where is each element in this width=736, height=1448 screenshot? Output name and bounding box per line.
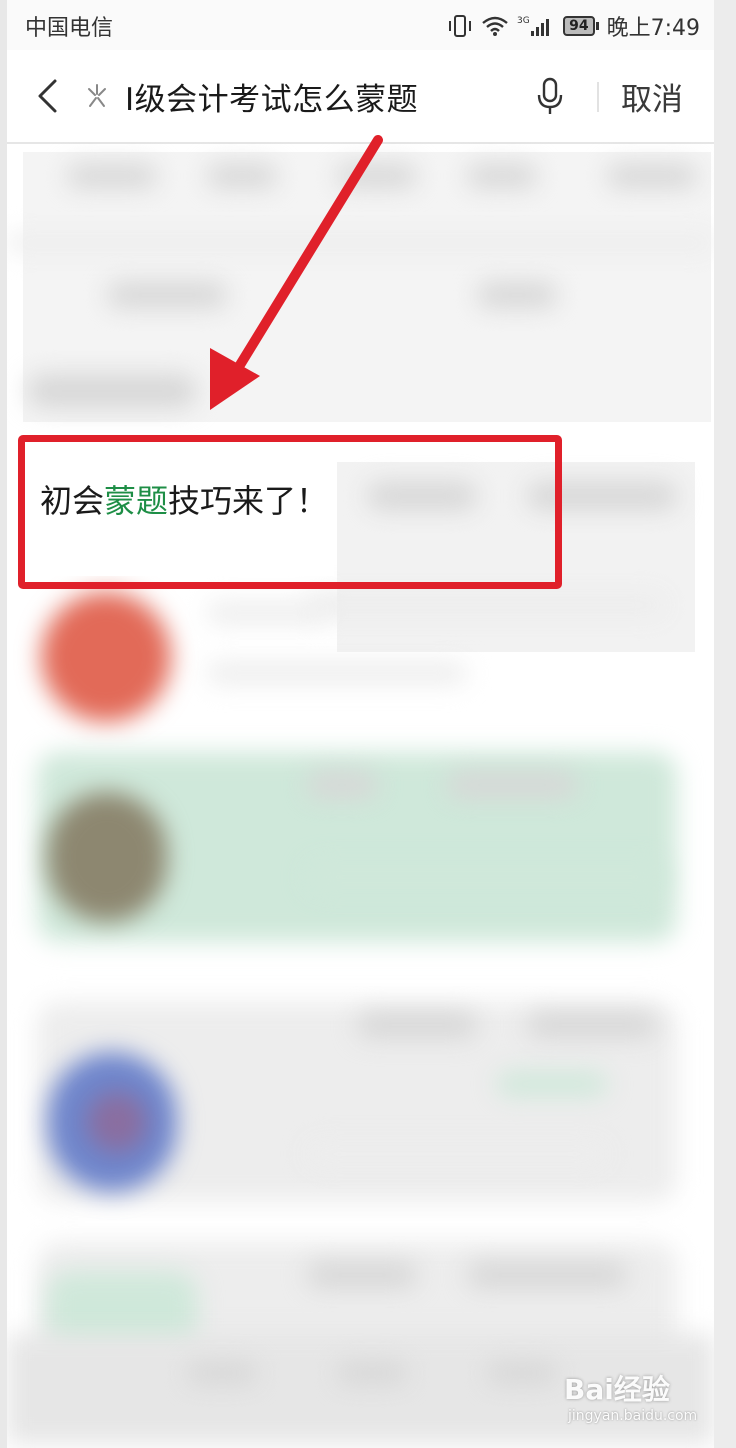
screenshot-frame-left [0, 0, 7, 1448]
clock: 晚上7:49 [606, 16, 700, 41]
blurred-text [527, 1012, 657, 1038]
blurred-text [357, 1012, 477, 1038]
vibrate-icon [447, 14, 473, 38]
blurred-text [477, 282, 557, 308]
status-indicators: 3G 94 晚上7:49 [447, 10, 700, 42]
blurred-text [337, 1362, 407, 1384]
blurred-text [207, 602, 327, 624]
battery-icon: 94 [563, 16, 599, 36]
blurred-text [307, 1142, 607, 1166]
blurred-text [187, 1362, 257, 1384]
watermark-url: jingyan.baidu.com [568, 1408, 698, 1424]
wifi-icon [481, 15, 509, 37]
blurred-text [307, 1262, 417, 1288]
search-input[interactable]: I级会计考试怎么蒙题 [83, 72, 523, 120]
star-icon [83, 81, 113, 111]
cancel-button[interactable]: 取消 [621, 74, 683, 119]
baidu-jingyan-watermark: Bai经验 jingyan.baidu.com [560, 1364, 710, 1434]
blurred-text [307, 592, 667, 618]
battery-level: 94 [563, 16, 595, 36]
network-type-label: 3G [517, 16, 530, 26]
chevron-left-icon [38, 79, 57, 113]
blurred-text [307, 772, 377, 798]
carrier-name: 中国电信 [25, 16, 114, 41]
header-divider [597, 82, 599, 112]
blurred-text [497, 1072, 607, 1096]
blurred-text [467, 1262, 627, 1288]
blurred-thumbnail-detail [87, 1092, 147, 1152]
blurred-tab [607, 164, 697, 188]
screenshot-frame-right [714, 0, 736, 1448]
back-button[interactable] [29, 76, 65, 116]
watermark-logo: Bai经验 [564, 1373, 670, 1406]
annotation-arrow-icon [210, 135, 383, 410]
blurred-thumbnail [41, 592, 171, 722]
microphone-icon [537, 77, 563, 114]
blurred-text [27, 374, 197, 408]
signal-icon: 3G [517, 14, 555, 38]
voice-search-button[interactable] [533, 76, 567, 118]
blurred-text [307, 862, 667, 892]
status-bar: 中国电信 3G 94 晚上7:49 [7, 0, 714, 50]
blurred-text [487, 1362, 557, 1384]
blurred-thumbnail [47, 792, 167, 922]
blurred-tab [467, 164, 537, 188]
blurred-tab [67, 164, 157, 188]
blurred-text [207, 662, 467, 684]
annotation-highlight-box [18, 435, 562, 589]
blurred-text [447, 772, 577, 798]
search-query-text: I级会计考试怎么蒙题 [125, 81, 419, 118]
